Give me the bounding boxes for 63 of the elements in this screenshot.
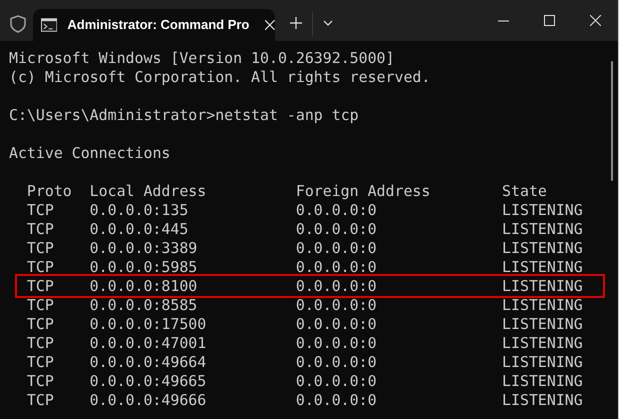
table-cell-text: 0.0.0.0:0 (296, 239, 378, 258)
terminal-line: Microsoft Windows [Version 10.0.26392.5000] (9, 49, 396, 68)
table-cell-text: TCP (26, 315, 55, 334)
terminal-line: Active Connections (9, 144, 172, 163)
table-cell-text: TCP (26, 239, 55, 258)
shield-icon (10, 15, 26, 33)
table-cell-text: 0.0.0.0:0 (296, 391, 378, 410)
table-cell-text: 0.0.0.0:49666 (90, 391, 208, 410)
terminal-icon (41, 18, 58, 32)
table-cell-text: TCP (26, 201, 55, 220)
table-cell-text: LISTENING (502, 391, 584, 410)
table-cell-text: TCP (26, 353, 55, 372)
close-tab-icon[interactable] (265, 20, 275, 30)
table-cell-text: LISTENING (502, 220, 584, 239)
table-cell-text: 0.0.0.0:5985 (90, 258, 198, 277)
maximize-icon (544, 15, 554, 26)
table-cell-text: 0.0.0.0:47001 (90, 334, 208, 353)
table-cell-text: 0.0.0.0:0 (296, 353, 378, 372)
table-cell-text: LISTENING (502, 353, 584, 372)
table-cell-text: TCP (26, 220, 55, 239)
table-cell-text: 0.0.0.0:135 (90, 201, 190, 220)
minimize-icon (498, 20, 508, 22)
close-icon (590, 15, 600, 26)
tab-title: Administrator: Command Pro (67, 16, 250, 34)
table-cell-text: TCP (26, 258, 55, 277)
table-cell-text: LISTENING (502, 296, 584, 315)
table-cell-text: 0.0.0.0:8585 (90, 296, 198, 315)
column-header: Foreign Address (296, 182, 432, 201)
table-cell-text: LISTENING (502, 334, 584, 353)
table-cell-text: TCP (26, 372, 55, 391)
table-cell-text: LISTENING (502, 372, 584, 391)
terminal-line: C:\Users\Administrator>netstat -anp tcp (9, 106, 360, 125)
scrollbar-thumb[interactable] (611, 61, 613, 181)
table-cell-text: LISTENING (502, 239, 584, 258)
chevron-down-icon (323, 20, 333, 26)
table-cell-text: 0.0.0.0:0 (296, 334, 378, 353)
table-cell-text: 0.0.0.0:49664 (90, 353, 208, 372)
table-cell-text: 0.0.0.0:49665 (90, 372, 208, 391)
table-cell-text: LISTENING (502, 277, 584, 296)
table-cell-text: 0.0.0.0:0 (296, 315, 378, 334)
plus-icon (290, 17, 302, 29)
table-cell-text: TCP (26, 296, 55, 315)
table-cell-text: LISTENING (502, 201, 584, 220)
table-cell-text: 0.0.0.0:17500 (90, 315, 208, 334)
column-header: State (502, 182, 548, 201)
table-cell-text: TCP (26, 334, 55, 353)
table-cell-text: 0.0.0.0:3389 (90, 239, 198, 258)
table-cell-text: 0.0.0.0:0 (296, 220, 378, 239)
table-cell-text: 0.0.0.0:0 (296, 372, 378, 391)
table-cell-text: LISTENING (502, 258, 584, 277)
table-cell-text: 0.0.0.0:0 (296, 258, 378, 277)
tab[interactable]: Administrator: Command Pro (33, 9, 275, 41)
table-cell-text: 0.0.0.0:0 (296, 277, 378, 296)
table-cell-text: TCP (26, 391, 55, 410)
column-header: Proto (26, 182, 73, 201)
table-cell-text: 0.0.0.0:8100 (90, 277, 198, 296)
table-cell-text: LISTENING (502, 315, 584, 334)
table-cell-text: 0.0.0.0:0 (296, 296, 378, 315)
terminal-line: (c) Microsoft Corporation. All rights reserved. (9, 68, 432, 87)
table-cell-text: 0.0.0.0:445 (90, 220, 190, 239)
table-cell-text: 0.0.0.0:0 (296, 201, 378, 220)
column-header: Local Address (90, 182, 208, 201)
table-cell-text: TCP (26, 277, 55, 296)
